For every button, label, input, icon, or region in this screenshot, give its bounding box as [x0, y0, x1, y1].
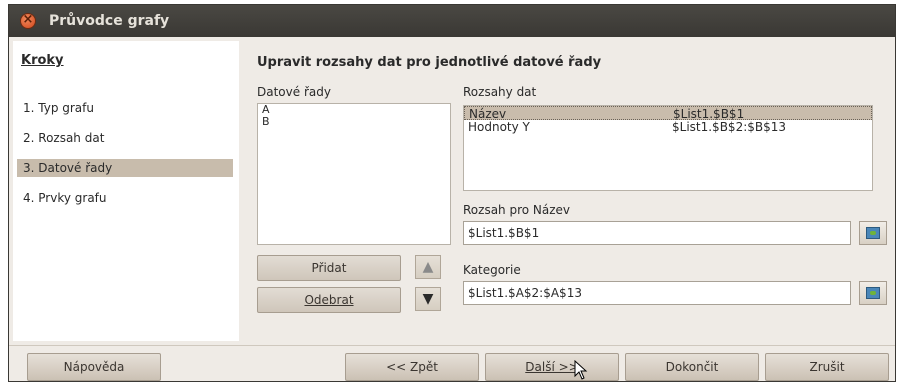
range-value: $List1.$B$2:$B$13 [672, 120, 787, 134]
range-row-name[interactable]: Název $List1.$B$1 [464, 106, 872, 121]
select-range-button[interactable] [859, 221, 887, 245]
range-row-y-values[interactable]: Hodnoty Y $List1.$B$2:$B$13 [464, 120, 872, 134]
range-picker-icon [866, 287, 880, 299]
next-button[interactable]: Další >> [485, 353, 619, 381]
data-ranges-list[interactable]: Název $List1.$B$1 Hodnoty Y $List1.$B$2:… [463, 105, 873, 191]
help-button[interactable]: Nápověda [27, 353, 161, 381]
cancel-button[interactable]: Zrušit [765, 353, 889, 381]
data-series-list[interactable]: A B [257, 103, 451, 245]
categories-label: Kategorie [463, 263, 521, 277]
steps-sidebar: Kroky 1. Typ grafu 2. Rozsah dat 3. Dato… [13, 41, 239, 341]
title-bar: Průvodce grafy [9, 5, 895, 37]
name-range-input[interactable]: $List1.$B$1 [463, 221, 851, 245]
close-icon[interactable] [21, 12, 35, 28]
steps-heading: Kroky [21, 53, 64, 68]
data-ranges-label: Rozsahy dat [463, 85, 537, 99]
name-range-label: Rozsah pro Název [463, 203, 571, 217]
page-heading: Upravit rozsahy dat pro jednotlivé datov… [257, 55, 602, 70]
chart-wizard-dialog: Průvodce grafy Kroky 1. Typ grafu 2. Roz… [8, 4, 896, 382]
add-series-button[interactable]: Přidat [257, 255, 401, 281]
range-role: Název [469, 107, 507, 121]
remove-series-button[interactable]: Odebrat [257, 287, 401, 313]
select-categories-button[interactable] [859, 281, 887, 305]
finish-button[interactable]: Dokončit [625, 353, 759, 381]
range-value: $List1.$B$1 [673, 107, 745, 121]
dialog-footer: Nápověda << Zpět Další >> Dokončit Zruši… [9, 345, 895, 381]
data-series-label: Datové řady [257, 85, 331, 99]
range-picker-icon [866, 227, 880, 239]
main-panel: Upravit rozsahy dat pro jednotlivé datov… [243, 41, 893, 341]
categories-input[interactable]: $List1.$A$2:$A$13 [463, 281, 851, 305]
step-data-range[interactable]: 2. Rozsah dat [17, 129, 233, 147]
window-title: Průvodce grafy [49, 13, 170, 29]
series-item-b[interactable]: B [258, 116, 450, 128]
mouse-pointer-icon [574, 360, 588, 380]
move-down-icon[interactable]: ▼ [415, 287, 441, 311]
series-item-a[interactable]: A [258, 104, 450, 116]
step-chart-elements[interactable]: 4. Prvky grafu [17, 189, 233, 207]
step-data-series[interactable]: 3. Datové řady [17, 159, 233, 177]
move-up-icon[interactable]: ▲ [415, 255, 441, 279]
step-chart-type[interactable]: 1. Typ grafu [17, 99, 233, 117]
range-role: Hodnoty Y [468, 120, 530, 134]
back-button[interactable]: << Zpět [345, 353, 479, 381]
